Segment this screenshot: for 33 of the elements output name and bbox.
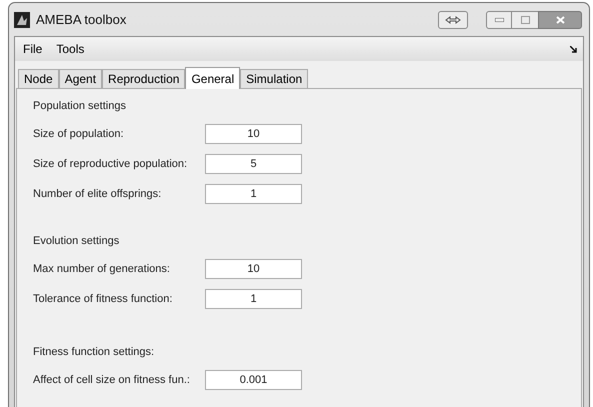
maximize-button[interactable] [512, 10, 538, 28]
section-title: Evolution settings [33, 234, 120, 248]
maximize-icon [520, 16, 530, 24]
section-title: Fitness function settings: [33, 345, 156, 359]
menu-item[interactable]: File [19, 40, 46, 58]
tab[interactable]: Node [18, 69, 59, 88]
double-arrow-icon [445, 16, 461, 24]
resize-button[interactable] [438, 10, 468, 28]
input-field[interactable]: 1 [205, 289, 302, 309]
tab[interactable]: Reproduction [102, 69, 186, 88]
field-label: Size of population: [33, 126, 125, 142]
input-field[interactable]: 0.001 [205, 370, 302, 390]
field-label: Tolerance of fitness function: [33, 292, 174, 307]
window-title: AMEBA toolbox [36, 10, 126, 29]
input-field[interactable]: 1 [205, 184, 302, 204]
tab[interactable]: Simulation [240, 69, 308, 88]
tab[interactable]: General [185, 67, 240, 89]
dock-arrow-icon [570, 46, 577, 52]
app-icon [14, 12, 30, 28]
close-icon [556, 16, 564, 24]
minimize-button[interactable] [486, 10, 512, 28]
field-label: Max number of generations: [33, 262, 171, 277]
input-field[interactable]: 10 [205, 124, 302, 144]
section-title: Population settings [33, 99, 127, 113]
close-button[interactable] [538, 10, 582, 28]
field-label: Affect of cell size on fitness fun.: [33, 372, 191, 388]
tab[interactable]: Agent [58, 69, 102, 88]
minimize-icon [494, 18, 504, 22]
input-field[interactable]: 10 [205, 259, 302, 279]
field-label: Number of elite offsprings: [33, 186, 162, 202]
menu-item[interactable]: Tools [52, 40, 88, 58]
field-label: Size of reproductive population: [33, 156, 188, 172]
input-field[interactable]: 5 [205, 154, 302, 174]
